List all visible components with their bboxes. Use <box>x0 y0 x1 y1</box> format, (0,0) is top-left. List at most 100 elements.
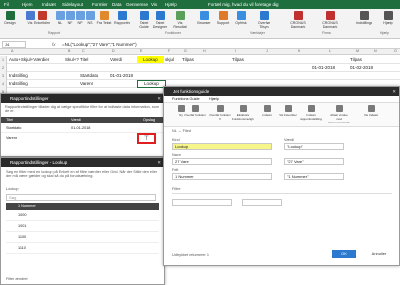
lookup-search-input[interactable]: Søg <box>6 194 156 201</box>
toolbar-button[interactable]: Overfør funktion <box>184 105 206 123</box>
ribbon-button[interactable]: Tabel Designer <box>152 11 168 29</box>
ribbon-button[interactable]: Browser <box>196 11 212 29</box>
column-header[interactable]: A <box>11 48 13 55</box>
list-item[interactable]: 1100 <box>6 232 159 243</box>
lookup-desc: Søg en filter med en lookup på Enkelt en… <box>6 170 158 178</box>
name-input[interactable]: 27 Vare <box>172 158 272 165</box>
filter-field-input[interactable] <box>172 199 232 206</box>
kind-input[interactable]: Lookup <box>172 143 272 150</box>
formula-input[interactable]: =NL("Lookup";"27 Vare";"1 Nummer") <box>62 42 137 47</box>
row-number[interactable]: 2 <box>0 64 7 72</box>
name-box[interactable]: J4 <box>2 41 26 48</box>
column-header[interactable]: M <box>356 48 359 55</box>
close-icon[interactable]: ✕ <box>392 87 396 96</box>
column-header[interactable]: K <box>298 48 300 55</box>
row-value[interactable]: 01-01-2018 <box>71 123 90 133</box>
ribbon-button[interactable]: CRONUS Danmark A/S <box>290 11 306 29</box>
tab-page-layout[interactable]: Sidelayout <box>62 2 83 7</box>
toolbar-button[interactable]: Afslør vindue mod Argumentværdier <box>328 105 350 123</box>
cell[interactable]: Titel <box>80 56 88 63</box>
fx-icon[interactable]: fx <box>52 42 56 47</box>
filter-value-input[interactable] <box>242 199 282 206</box>
ribbon-button[interactable]: Indstillinger <box>356 11 372 29</box>
ribbon-button[interactable]: Tabel Guide <box>136 11 152 29</box>
list-item[interactable]: 1110 <box>6 243 159 254</box>
column-header[interactable]: J <box>266 48 268 55</box>
cell[interactable]: Tilpas <box>232 56 244 63</box>
ribbon-button[interactable]: Hjælp <box>380 11 396 29</box>
close-icon[interactable]: ✕ <box>157 158 161 167</box>
cell[interactable]: 01-01-2018 <box>110 72 133 79</box>
cell[interactable]: Tilpas <box>350 56 362 63</box>
cell[interactable]: Indstilling <box>9 80 28 87</box>
cell[interactable]: 01-02-2018 <box>350 64 373 71</box>
column-header[interactable]: L <box>329 48 331 55</box>
column-header[interactable]: H <box>203 48 206 55</box>
ribbon-button[interactable]: Fra Tekst <box>96 11 112 29</box>
spreadsheet-row: 2 01-01-2018 01-02-2018 <box>0 64 400 72</box>
toolbar-button[interactable]: Vis Indsæt <box>360 105 382 123</box>
column-header[interactable]: G <box>184 48 187 55</box>
toolbar-button[interactable]: Overfør funktion ▾ <box>209 105 231 123</box>
ribbon-button[interactable]: Enkeltdimensioner <box>34 11 50 29</box>
cell[interactable]: Indstilling <box>9 72 28 79</box>
ribbon-button[interactable]: CRONUS Danmark A/S <box>322 11 338 29</box>
table-row[interactable]: Startdato 01-01-2018 <box>1 123 164 133</box>
table-row[interactable]: Varenr ⊤ <box>1 133 164 144</box>
tab-home[interactable]: Hjem <box>22 2 33 7</box>
cancel-button[interactable]: Annuller <box>364 250 394 258</box>
menu-function-guide[interactable]: Funktions Guide <box>172 97 200 101</box>
lookup-button[interactable]: ⊤ <box>137 133 156 144</box>
ribbon-button[interactable]: Design <box>2 11 18 29</box>
row-number[interactable]: 4 <box>0 80 7 88</box>
list-item[interactable]: 1001 <box>6 221 159 232</box>
cell[interactable]: Værdi <box>110 56 122 63</box>
cell[interactable]: Startdato <box>80 72 98 79</box>
menu-help[interactable]: Hjælp <box>209 97 219 101</box>
column-header[interactable]: D <box>112 48 115 55</box>
tab-review[interactable]: Gennemse <box>126 2 148 7</box>
cell[interactable]: Auto+Skjul+Værdier <box>9 56 49 63</box>
toolbar-button[interactable]: Indsæt rapportindstilling <box>300 105 322 123</box>
close-icon[interactable]: ✕ <box>157 94 161 103</box>
ok-button[interactable]: OK <box>332 250 356 258</box>
tab-view[interactable]: Vis <box>151 2 157 7</box>
toolbar-button[interactable]: Indsæt <box>256 105 278 123</box>
row-number[interactable]: 1 <box>0 56 7 64</box>
cell[interactable]: skjul <box>165 56 174 63</box>
cell[interactable]: Lookup <box>137 56 164 63</box>
ribbon: DesignVisEnkeltdimensionerNLNFNPNSFra Te… <box>0 9 400 39</box>
lookup-value: 1001 <box>18 224 27 228</box>
toolbar-button-icon <box>216 105 224 112</box>
column-header[interactable]: I <box>235 48 236 55</box>
ribbon-button-icon <box>359 11 369 20</box>
tab-help[interactable]: Hjælp <box>165 2 177 7</box>
tab-data[interactable]: Data <box>112 2 122 7</box>
column-header[interactable]: N <box>374 48 377 55</box>
toolbar-button[interactable]: Eksklusiv Funktionsmuligheder <box>232 105 254 123</box>
ribbon-button[interactable]: Rapportindstillinger <box>114 11 130 29</box>
tell-me-search[interactable]: Fortæl mig, hvad du vil foretage dig <box>208 2 279 7</box>
list-item[interactable]: 1000 <box>6 210 159 221</box>
column-header[interactable]: F <box>168 48 170 55</box>
column-header[interactable]: E <box>140 48 142 55</box>
ribbon-button[interactable]: Opfrisk <box>233 11 249 29</box>
column-header[interactable]: B <box>68 48 70 55</box>
cell[interactable]: 01-01-2018 <box>312 64 335 71</box>
column-header[interactable]: C <box>82 48 85 55</box>
ribbon-button[interactable]: Overfør Tilsyn <box>256 11 272 29</box>
cell[interactable]: Lookup <box>137 80 166 88</box>
field-input[interactable]: 1 Nummer <box>172 173 272 180</box>
cell[interactable]: Varenr <box>80 80 93 87</box>
ribbon-button[interactable]: Vis Resultat <box>172 11 188 29</box>
toolbar-button[interactable]: Vis Favoritter <box>277 105 299 123</box>
tab-formulas[interactable]: Formler <box>92 2 108 7</box>
cell[interactable]: Tilpas <box>182 56 194 63</box>
column-header[interactable]: O <box>394 48 397 55</box>
tab-file[interactable]: Fil <box>4 2 9 7</box>
ribbon-button[interactable]: Support <box>215 11 231 29</box>
ribbon-button-label: Indstillinger <box>356 21 372 25</box>
cell[interactable]: Skul+? <box>65 56 79 63</box>
row-number[interactable]: 3 <box>0 72 7 80</box>
tab-insert[interactable]: Indsæt <box>42 2 56 7</box>
